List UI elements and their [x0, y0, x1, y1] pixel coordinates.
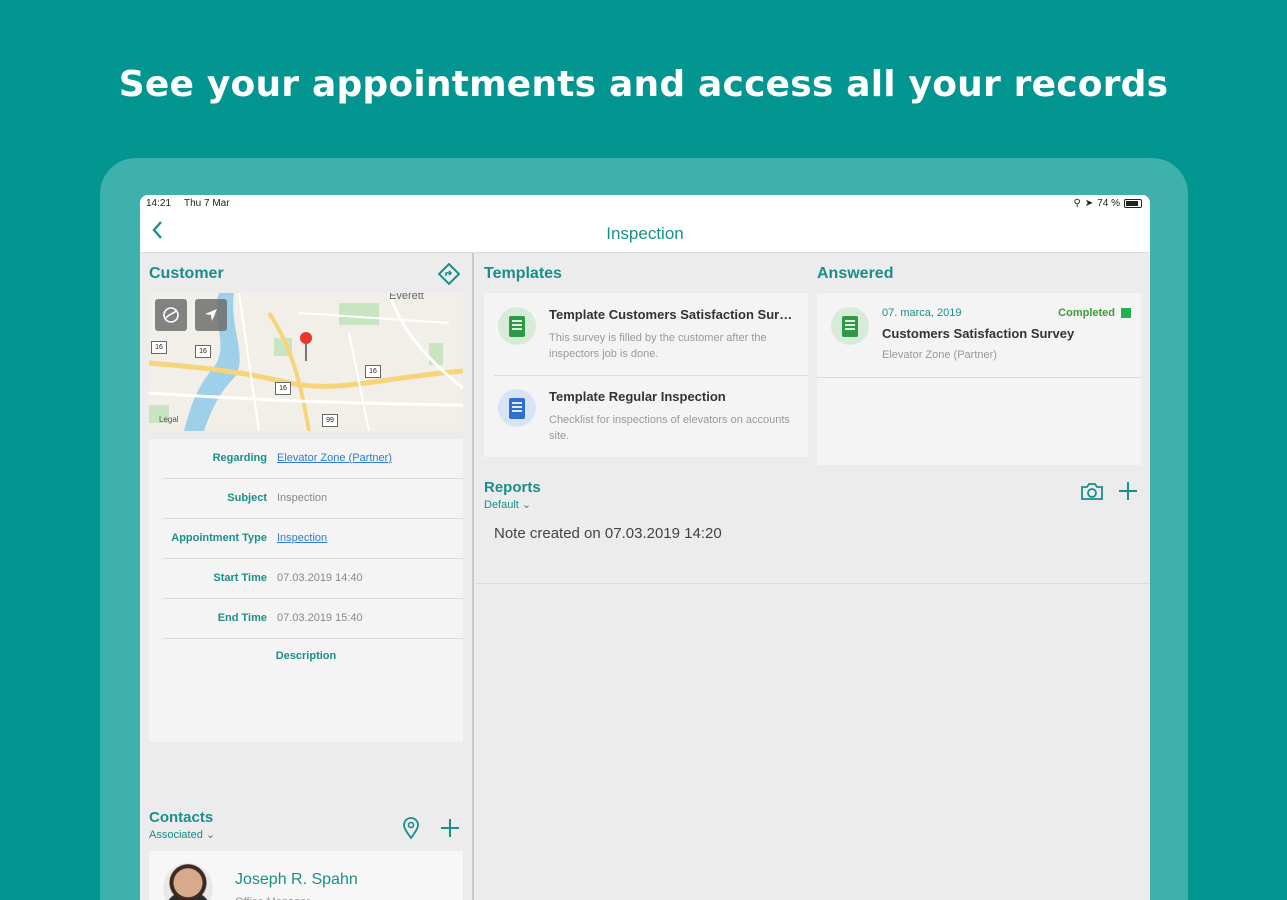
chevron-down-icon: ⌄: [205, 829, 216, 841]
road-sign: 16: [275, 382, 291, 395]
contacts-filter-select[interactable]: Associated ⌄: [149, 828, 215, 841]
detail-label: Regarding: [212, 452, 267, 464]
status-date: Thu 7 Mar: [184, 198, 230, 209]
page-title: Inspection: [606, 224, 684, 243]
wifi-icon: ⚲: [1073, 198, 1081, 209]
status-bar: 14:21 Thu 7 Mar ⚲ ➤ 74 %: [140, 195, 1150, 213]
reports-filter-select[interactable]: Default ⌄: [484, 498, 531, 511]
contact-role: Office Manager: [235, 896, 310, 900]
detail-value: 07.03.2019 14:40: [277, 572, 363, 584]
answered-title: Customers Satisfaction Survey: [882, 326, 1075, 341]
avatar: [163, 863, 213, 900]
status-time: 14:21: [146, 198, 172, 209]
status-right: ⚲ ➤ 74 %: [1073, 198, 1142, 209]
detail-value: 07.03.2019 15:40: [277, 612, 363, 624]
detail-label: End Time: [217, 612, 267, 624]
divider: [476, 583, 1150, 584]
templates-list: Template Customers Satisfaction Survey T…: [484, 293, 808, 457]
app-screen: 14:21 Thu 7 Mar ⚲ ➤ 74 % Inspection Cust…: [140, 195, 1150, 900]
contact-card[interactable]: Joseph R. Spahn Office Manager: [149, 851, 463, 900]
detail-row-start-time: Start Time 07.03.2019 14:40: [149, 559, 463, 599]
forms-panel: Templates Answered Template Customers Sa…: [476, 253, 1150, 900]
camera-icon[interactable]: [1079, 479, 1105, 503]
contacts-title: Contacts: [149, 809, 214, 826]
reports-title: Reports: [484, 479, 541, 496]
road-sign: 99: [322, 414, 338, 427]
detail-label: Appointment Type: [171, 532, 267, 544]
detail-value: Inspection: [277, 492, 328, 504]
contact-name: Joseph R. Spahn: [235, 871, 358, 888]
road-sign: 16: [195, 345, 211, 358]
detail-label: Subject: [227, 492, 267, 504]
template-item[interactable]: Template Regular Inspection Checklist fo…: [484, 375, 808, 457]
add-contact-button[interactable]: [438, 816, 462, 840]
regarding-link[interactable]: Elevator Zone (Partner): [277, 452, 392, 464]
template-item[interactable]: Template Customers Satisfaction Survey T…: [484, 293, 808, 375]
customer-map[interactable]: Everett 16 16 16 16 99 Legal: [149, 293, 463, 431]
road-sign: 16: [365, 365, 381, 378]
description-label: Description: [275, 650, 337, 662]
survey-document-icon: [498, 307, 536, 345]
answered-title: Answered: [817, 265, 894, 282]
navigation-arrow-icon[interactable]: [195, 299, 227, 331]
templates-title: Templates: [484, 265, 562, 282]
inspection-document-icon: [498, 389, 536, 427]
detail-row-subject: Subject Inspection: [149, 479, 463, 519]
template-title: Template Customers Satisfaction Survey: [549, 307, 795, 322]
battery-percent: 74 %: [1097, 198, 1120, 209]
template-desc: Checklist for inspections of elevators o…: [549, 414, 790, 442]
divider: [163, 638, 463, 639]
status-badge: Completed: [1058, 307, 1115, 319]
answered-item[interactable]: 07. marca, 2019 Completed Customers Sati…: [817, 293, 1141, 377]
survey-document-icon: [831, 307, 869, 345]
contacts-filter-label: Associated: [149, 829, 203, 841]
status-indicator: [1121, 308, 1131, 318]
add-report-button[interactable]: [1116, 479, 1140, 503]
appointment-details: Regarding Elevator Zone (Partner) Subjec…: [149, 439, 463, 742]
location-icon: ➤: [1084, 198, 1094, 209]
detail-row-appointment-type: Appointment Type Inspection: [149, 519, 463, 559]
chevron-down-icon: ⌄: [521, 499, 532, 511]
headline: See your appointments and access all you…: [118, 64, 1169, 105]
answered-date: 07. marca, 2019: [882, 307, 962, 319]
template-desc: This survey is filled by the customer af…: [549, 332, 767, 360]
battery-icon: [1124, 199, 1142, 208]
map-legal-label[interactable]: Legal: [159, 415, 179, 424]
divider: [817, 377, 1141, 378]
report-note[interactable]: Note created on 07.03.2019 14:20: [494, 525, 722, 542]
customer-title: Customer: [149, 265, 224, 282]
map-layers-button[interactable]: [155, 299, 187, 331]
road-sign: 16: [151, 341, 167, 354]
appointment-type-link[interactable]: Inspection: [277, 532, 327, 544]
map-pin-icon[interactable]: [400, 816, 422, 840]
nav-bar: Inspection: [140, 213, 1150, 253]
detail-label: Start Time: [213, 572, 267, 584]
map-town-label: Everett: [389, 293, 424, 302]
answered-list: 07. marca, 2019 Completed Customers Sati…: [817, 293, 1141, 465]
directions-icon[interactable]: [436, 261, 462, 287]
customer-panel: Customer Everett 16 16 16 16 99 Legal Re…: [140, 253, 474, 900]
answered-desc: Elevator Zone (Partner): [882, 349, 997, 361]
template-title: Template Regular Inspection: [549, 389, 726, 404]
reports-filter-label: Default: [484, 499, 519, 511]
detail-row-end-time: End Time 07.03.2019 15:40: [149, 599, 463, 639]
detail-row-regarding: Regarding Elevator Zone (Partner): [149, 439, 463, 479]
